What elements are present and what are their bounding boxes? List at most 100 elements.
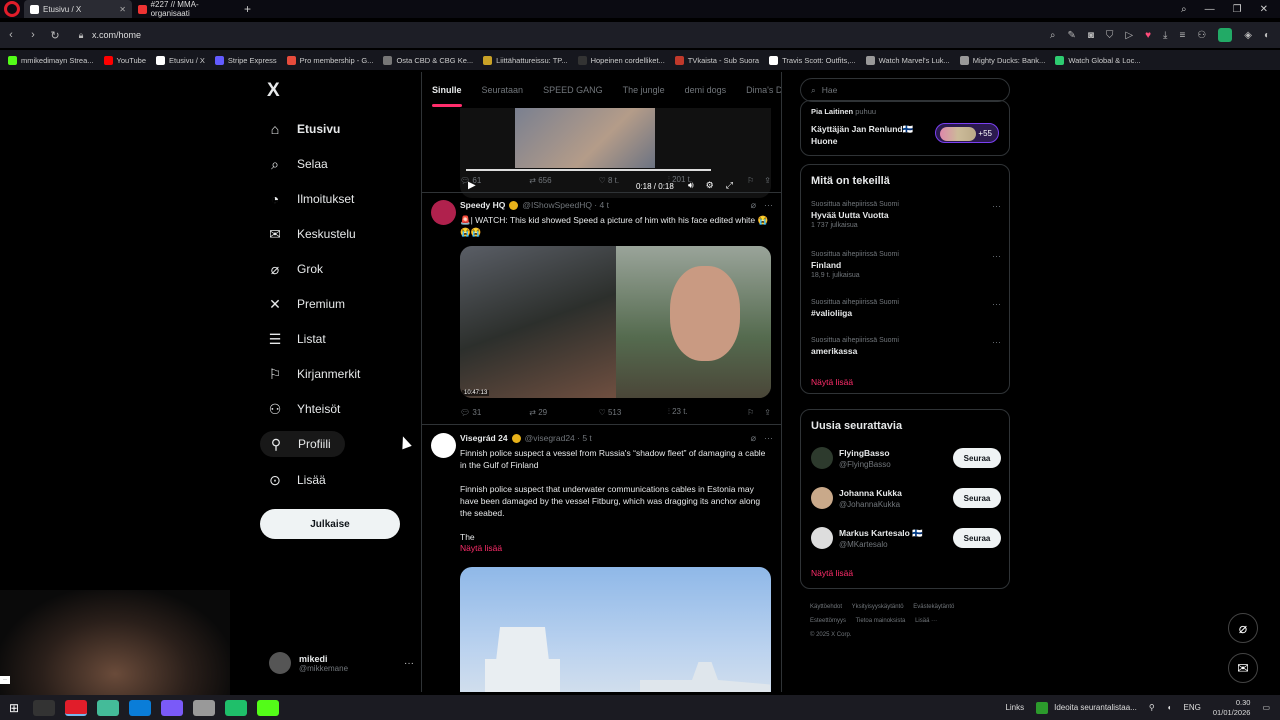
like-button[interactable]: ♡ 513: [599, 408, 668, 417]
language-indicator[interactable]: ENG: [1184, 703, 1201, 712]
extension-icon[interactable]: [1218, 28, 1233, 42]
live-space-card[interactable]: Pia Laitinen puhuu Käyttäjän Jan Renlund…: [800, 100, 1010, 156]
post-button[interactable]: Julkaise: [260, 509, 400, 539]
bookmark-item[interactable]: Watch Global & Loc...: [1055, 55, 1141, 65]
maximize-icon[interactable]: ❐: [1233, 4, 1242, 15]
more-icon[interactable]: ···: [992, 251, 1001, 261]
follow-button[interactable]: Seuraa: [953, 528, 1001, 548]
post[interactable]: Speedy HQ @IShowSpeedHQ · 4 t ⌀ ··· 🚨| W…: [422, 200, 781, 420]
opera-logo-icon[interactable]: [4, 1, 20, 17]
lock-icon[interactable]: 🔒︎: [72, 30, 90, 41]
footer-link[interactable]: Evästekäytäntö: [913, 604, 954, 610]
bookmark-item[interactable]: Pro membership - G...: [286, 55, 373, 65]
show-more-link[interactable]: Näytä lisää: [460, 543, 502, 553]
sidebar-item-lists[interactable]: ☰ Listat: [267, 326, 326, 352]
account-switcher[interactable]: mikedi @mikkemane ···: [269, 652, 414, 674]
download-icon[interactable]: ⤓: [1163, 30, 1167, 41]
footer-link[interactable]: Tietoa mainoksista: [856, 618, 906, 624]
bookmark-icon[interactable]: ⚐: [747, 176, 754, 185]
footer-link[interactable]: Esteettömyys: [810, 618, 846, 624]
bookmark-item[interactable]: mmikedimayn Strea...: [8, 55, 94, 65]
views-button[interactable]: ⫶ 23 t.: [668, 407, 737, 417]
tab-mma[interactable]: #227 // MMA-organisaati: [132, 0, 240, 18]
sidebar-item-messages[interactable]: ✉ Keskustelu: [267, 221, 356, 247]
search-icon[interactable]: ⌕: [1050, 30, 1056, 41]
trend-item[interactable]: Suosittua aihepiirissä Suomi #valioliiga…: [811, 299, 1001, 318]
close-icon[interactable]: ✕: [119, 5, 126, 14]
app-taskbar-icon[interactable]: [225, 699, 247, 716]
share-icon[interactable]: ⇪: [764, 408, 771, 417]
sidebar-item-notifications[interactable]: ◔ Ilmoitukset: [267, 186, 355, 212]
opera-taskbar-icon[interactable]: [65, 699, 87, 716]
tab-list[interactable]: Dima's Di: [746, 85, 781, 95]
windows-start-icon[interactable]: ⊞: [0, 701, 28, 715]
grok-icon[interactable]: ⌀: [751, 200, 756, 211]
links-toolbar[interactable]: Links: [1005, 703, 1024, 712]
post[interactable]: Visegrád 24 @visegrad24 · 5 t ⌀ ··· Finn…: [422, 433, 781, 692]
follow-button[interactable]: Seuraa: [953, 448, 1001, 468]
footer-link[interactable]: Yksityisyyskäytäntö: [852, 604, 904, 610]
edit-icon[interactable]: ✎: [1067, 30, 1075, 41]
author-name[interactable]: Speedy HQ: [460, 200, 505, 210]
reload-icon[interactable]: ↻: [44, 29, 66, 42]
x-logo-icon[interactable]: X: [267, 80, 280, 102]
menu-icon[interactable]: ≡: [1179, 30, 1185, 41]
tab-etusivu[interactable]: Etusivu / X ✕: [24, 0, 132, 18]
sidebar-item-more[interactable]: ⊙ Lisää: [267, 467, 326, 493]
avatar[interactable]: [431, 433, 456, 458]
bookmark-item[interactable]: Etusivu / X: [156, 55, 205, 65]
tab-list[interactable]: SPEED GANG: [543, 85, 603, 95]
bookmark-item[interactable]: Watch Marvel's Luk...: [865, 55, 950, 65]
trend-item[interactable]: Suosittua aihepiirissä Suomi amerikassa …: [811, 337, 1001, 356]
author-handle[interactable]: @IShowSpeedHQ · 4 t: [522, 200, 609, 210]
author-handle[interactable]: @visegrad24 · 5 t: [525, 433, 592, 443]
repost-button[interactable]: ⇄ 29: [529, 408, 598, 417]
edge-taskbar-icon[interactable]: [129, 699, 151, 716]
footer-link[interactable]: Käyttöehdot: [810, 604, 842, 610]
messages-fab-icon[interactable]: ✉: [1228, 653, 1258, 683]
tab-list[interactable]: demi dogs: [685, 85, 727, 95]
reply-button[interactable]: 💬︎ 61: [460, 176, 529, 185]
footer-link[interactable]: Lisää ···: [915, 618, 937, 624]
grok-fab-icon[interactable]: ⌀: [1228, 613, 1258, 643]
bookmark-item[interactable]: YouTube: [103, 55, 146, 65]
sidebar-item-communities[interactable]: ⚇ Yhteisöt: [267, 396, 341, 422]
views-button[interactable]: ⫶ 201 t.: [668, 175, 737, 185]
discord-taskbar-icon[interactable]: [161, 699, 183, 716]
bookmark-item[interactable]: Liittähattureissu: TP...: [483, 55, 568, 65]
show-more-link[interactable]: Näytä lisää: [811, 568, 853, 578]
bookmark-item[interactable]: Travis Scott: Outfits,...: [769, 55, 856, 65]
show-more-link[interactable]: Näytä lisää: [811, 377, 853, 387]
bookmark-item[interactable]: TVkaista - Sub Suora: [674, 55, 759, 65]
profile-icon[interactable]: ⚇: [1197, 30, 1206, 41]
more-icon[interactable]: ···: [404, 658, 414, 669]
app-taskbar-icon[interactable]: [97, 699, 119, 716]
post-media[interactable]: 10:47:13: [460, 246, 771, 398]
author-name[interactable]: Visegrád 24: [460, 433, 508, 443]
back-icon[interactable]: ‹: [0, 29, 22, 41]
more-icon[interactable]: ···: [992, 337, 1001, 347]
sidebar-item-profile[interactable]: ⚲ Profiili: [260, 431, 345, 457]
bookmark-item[interactable]: Mighty Ducks: Bank...: [959, 55, 1045, 65]
sidebar-item-premium[interactable]: ✕ Premium: [267, 291, 345, 317]
share-icon[interactable]: ⇪: [764, 176, 771, 185]
sidebar-item-explore[interactable]: ⌕ Selaa: [267, 151, 328, 177]
sidebar-item-bookmarks[interactable]: ⚐ Kirjanmerkit: [267, 361, 361, 387]
search-icon[interactable]: ⌕: [1181, 4, 1187, 15]
more-icon[interactable]: ···: [992, 299, 1001, 309]
bookmark-item[interactable]: Hopeinen cordelliket...: [577, 55, 665, 65]
bookmark-icon[interactable]: ⚐: [747, 408, 754, 417]
search-input[interactable]: ⌕ Hae: [800, 78, 1010, 102]
play-icon[interactable]: ▷: [1125, 30, 1133, 41]
more-icon[interactable]: ···: [992, 201, 1001, 211]
tab-list[interactable]: The jungle: [623, 85, 665, 95]
new-tab-icon[interactable]: +: [244, 2, 251, 16]
more-icon[interactable]: ···: [764, 433, 773, 444]
shield-icon[interactable]: ⛉: [1106, 30, 1114, 41]
cube-icon[interactable]: ◈: [1244, 30, 1252, 41]
reply-button[interactable]: 💬︎ 31: [460, 408, 529, 417]
avatar[interactable]: [431, 200, 456, 225]
network-icon[interactable]: ⚲: [1149, 703, 1155, 712]
video-progress-bar[interactable]: [466, 169, 711, 171]
sidebar-item-grok[interactable]: ⌀ Grok: [267, 256, 323, 282]
